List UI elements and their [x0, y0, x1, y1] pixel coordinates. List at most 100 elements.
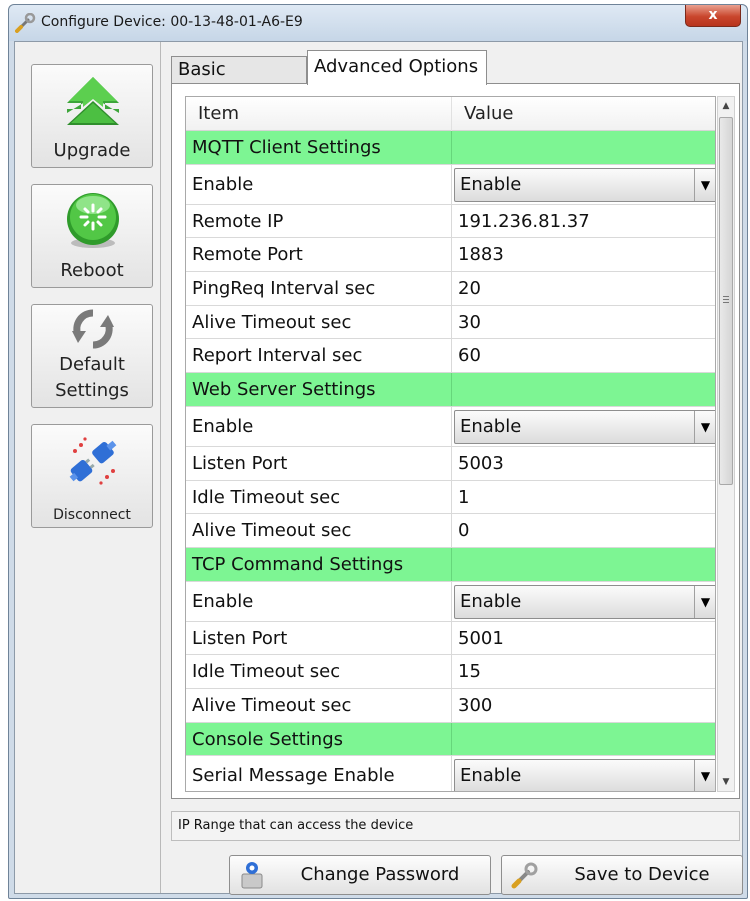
value-cell[interactable]: 5001 [452, 622, 715, 655]
item-cell: Enable [186, 581, 452, 621]
configure-device-window: Configure Device: 00-13-48-01-A6-E9 x Up… [8, 4, 748, 899]
value-cell: Enable ▼ [452, 756, 715, 791]
value-cell[interactable]: 30 [452, 306, 715, 339]
default-settings-button[interactable]: Default Settings [31, 304, 153, 408]
title-bar: Configure Device: 00-13-48-01-A6-E9 x [9, 5, 747, 41]
column-header-value[interactable]: Value [452, 97, 715, 131]
item-cell: Enable [186, 164, 452, 204]
table-row[interactable]: Report Interval sec 60 [186, 339, 715, 374]
scroll-down-arrow-icon[interactable]: ▼ [718, 773, 734, 791]
value-cell[interactable]: 60 [452, 339, 715, 372]
save-to-device-label: Save to Device [574, 864, 710, 885]
section-value-cell [452, 723, 715, 756]
key-user-icon [241, 862, 263, 889]
table-row[interactable]: Enable Enable ▼ [186, 406, 715, 447]
enable-dropdown[interactable]: Enable ▼ [454, 584, 715, 619]
reboot-icon [67, 193, 119, 248]
item-cell: Listen Port [186, 446, 452, 480]
table-row[interactable]: Enable Enable ▼ [186, 164, 715, 205]
item-cell: Enable [186, 406, 452, 446]
item-cell: Serial Message Enable [186, 756, 452, 791]
table-row[interactable]: Alive Timeout sec 300 [186, 688, 715, 723]
value-cell[interactable]: 5003 [452, 447, 715, 480]
action-sidebar: Upgrade Reboot Default Settings Disconne… [15, 42, 161, 893]
chevron-down-icon[interactable]: ▼ [694, 760, 715, 791]
chevron-down-icon[interactable]: ▼ [694, 410, 715, 443]
enable-dropdown[interactable]: Enable ▼ [454, 409, 715, 444]
section-title: Web Server Settings [186, 373, 452, 406]
dropdown-selected-value: Enable [460, 590, 522, 612]
dropdown-selected-value: Enable [460, 415, 522, 437]
value-cell[interactable]: 0 [452, 514, 715, 547]
chevron-down-icon[interactable]: ▼ [694, 585, 715, 618]
disconnect-plug-icon [69, 437, 117, 485]
refresh-icon [72, 309, 114, 349]
disconnect-button[interactable]: Disconnect [31, 424, 153, 528]
value-cell: Enable ▼ [452, 582, 715, 621]
upgrade-label: Upgrade [53, 140, 131, 161]
section-title: MQTT Client Settings [186, 131, 452, 164]
save-to-device-button[interactable]: Save to Device [501, 855, 743, 895]
item-cell: Idle Timeout sec [186, 480, 452, 514]
vertical-scrollbar[interactable]: ▲ ▼ [717, 96, 735, 792]
section-value-cell [452, 131, 715, 164]
table-row[interactable]: Remote IP 191.236.81.37 [186, 204, 715, 239]
value-cell[interactable]: 1 [452, 481, 715, 514]
table-row[interactable]: Alive Timeout sec 0 [186, 514, 715, 548]
disconnect-label: Disconnect [53, 507, 131, 523]
change-password-button[interactable]: Change Password [229, 855, 491, 895]
item-cell: Alive Timeout sec [186, 514, 452, 547]
table-row[interactable]: PingReq Interval sec 20 [186, 272, 715, 306]
upgrade-button[interactable]: Upgrade [31, 64, 153, 168]
item-cell: Report Interval sec [186, 339, 452, 373]
item-cell: Remote Port [186, 238, 452, 272]
item-cell: PingReq Interval sec [186, 272, 452, 305]
grid-rows: MQTT Client Settings Enable Enable ▼ Remote … [186, 131, 715, 791]
item-cell: Remote IP [186, 204, 452, 238]
item-cell: Alive Timeout sec [186, 305, 452, 339]
scrollbar-thumb[interactable] [719, 117, 733, 485]
default-settings-label-1: Default [59, 354, 125, 375]
table-row[interactable]: Idle Timeout sec 1 [186, 480, 715, 515]
item-cell: Idle Timeout sec [186, 655, 452, 688]
grid-header: Item Value [186, 97, 715, 131]
property-grid: Item Value MQTT Client Settings Enable Ena… [185, 96, 716, 792]
tab-bar: Basic Settings Advanced Options [165, 50, 740, 106]
reboot-label: Reboot [60, 260, 124, 281]
section-title: TCP Command Settings [186, 547, 452, 581]
table-row[interactable]: Alive Timeout sec 30 [186, 305, 715, 340]
grip-icon [723, 296, 729, 297]
close-button[interactable]: x [685, 5, 741, 27]
table-row[interactable]: Enable Enable ▼ [186, 581, 715, 622]
section-header-row: MQTT Client Settings [186, 131, 715, 165]
client-area: Upgrade Reboot Default Settings Disconne… [14, 41, 743, 895]
section-header-row: Web Server Settings [186, 373, 715, 407]
default-settings-label-2: Settings [55, 380, 129, 401]
value-cell[interactable]: 191.236.81.37 [452, 205, 715, 238]
table-row[interactable]: Serial Message Enable Enable ▼ [186, 756, 715, 791]
value-cell[interactable]: 15 [452, 655, 715, 688]
tab-advanced-options[interactable]: Advanced Options [307, 50, 487, 85]
chevron-down-icon[interactable]: ▼ [694, 168, 715, 201]
table-row[interactable]: Idle Timeout sec 15 [186, 655, 715, 689]
value-cell[interactable]: 20 [452, 272, 715, 305]
scroll-up-arrow-icon[interactable]: ▲ [718, 97, 734, 115]
upgrade-arrow-icon [67, 77, 119, 125]
value-cell[interactable]: 1883 [452, 238, 715, 271]
table-row[interactable]: Listen Port 5003 [186, 446, 715, 481]
value-cell: Enable ▼ [452, 165, 715, 204]
tab-basic-settings[interactable]: Basic Settings [171, 56, 307, 106]
enable-dropdown[interactable]: Enable ▼ [454, 759, 715, 791]
section-header-row: Console Settings [186, 722, 715, 757]
section-header-row: TCP Command Settings [186, 547, 715, 582]
wrench-icon [511, 862, 538, 889]
table-row[interactable]: Remote Port 1883 [186, 238, 715, 273]
reboot-button[interactable]: Reboot [31, 184, 153, 288]
value-cell[interactable]: 300 [452, 689, 715, 722]
dropdown-selected-value: Enable [460, 173, 522, 195]
window-title: Configure Device: 00-13-48-01-A6-E9 [41, 14, 303, 30]
enable-dropdown[interactable]: Enable ▼ [454, 167, 715, 202]
table-row[interactable]: Listen Port 5001 [186, 621, 715, 656]
item-cell: Alive Timeout sec [186, 688, 452, 722]
column-header-item[interactable]: Item [186, 97, 452, 131]
